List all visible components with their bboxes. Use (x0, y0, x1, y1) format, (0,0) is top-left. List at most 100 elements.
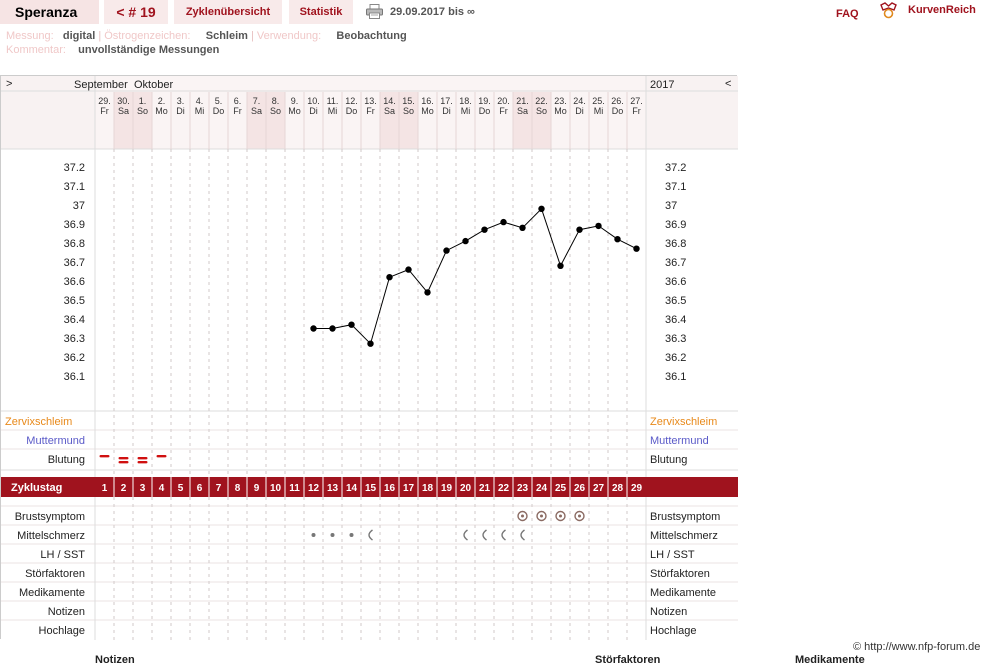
bleeding-label: Blutung (48, 454, 85, 466)
cycle-day-number: 29 (631, 483, 643, 494)
usage-label: Verwendung: (256, 30, 322, 42)
prev-cycle-label: < # 19 (116, 4, 156, 20)
weekday-label: Fr (499, 106, 508, 116)
day-date-label: 27. (630, 96, 643, 106)
cycle-day-number: 26 (574, 483, 586, 494)
cycle-day-number: 7 (216, 483, 222, 494)
weekday-label: Sa (251, 106, 262, 116)
day-date-label: 30. (117, 96, 130, 106)
bleeding-mark (118, 457, 129, 460)
faq-link[interactable]: FAQ (836, 8, 859, 20)
notes-label: Notizen (48, 606, 85, 618)
copyright: © http://www.nfp-forum.de (853, 641, 981, 653)
day-date-label: 24. (573, 96, 586, 106)
y-tick-label-right: 37 (665, 200, 677, 212)
cycle-day-number: 15 (365, 483, 377, 494)
bleeding-mark (118, 461, 129, 464)
cervix-mucus-label: Zervixschleim (5, 416, 72, 428)
weekday-label: Fr (100, 106, 109, 116)
brand-name[interactable]: KurvenReich (908, 4, 976, 16)
midpain-dot (330, 533, 335, 537)
medications-heading: Medikamente (795, 654, 865, 666)
cycle-day-number: 27 (593, 483, 605, 494)
weekday-label: Mo (288, 106, 301, 116)
day-date-label: 14. (383, 96, 396, 106)
y-tick-label-left: 37.1 (64, 181, 85, 193)
breast-symptom-icon-center (521, 514, 524, 518)
y-tick-label-right: 36.8 (665, 238, 686, 250)
month-label-september: September (74, 79, 128, 91)
day-date-label: 5. (215, 96, 223, 106)
usage-value: Beobachtung (336, 30, 407, 42)
y-tick-label-left: 36.5 (64, 295, 85, 307)
temperature-point (481, 226, 488, 233)
y-tick-label-left: 37.2 (64, 162, 85, 174)
cycle-day-number: 17 (403, 483, 415, 494)
day-date-label: 21. (516, 96, 529, 106)
cycle-day-number: 9 (254, 483, 260, 494)
day-date-label: 11. (327, 96, 339, 106)
cycle-overview-label: Zyklenübersicht (185, 6, 271, 18)
weekday-label: Do (612, 106, 624, 116)
y-tick-label-left: 37 (73, 200, 85, 212)
day-date-label: 20. (497, 96, 510, 106)
day-date-label: 12. (345, 96, 358, 106)
cycle-day-number: 1 (102, 483, 108, 494)
comment-line: Kommentar: unvollständige Messungen (6, 44, 219, 56)
cycle-overview-tab[interactable]: Zyklenübersicht (174, 0, 282, 24)
notes-heading: Notizen (95, 654, 135, 666)
print-icon[interactable] (366, 4, 383, 19)
cycle-day-number: 19 (441, 483, 453, 494)
measurement-label: Messung: (6, 30, 54, 42)
weekday-label: Mo (554, 106, 567, 116)
lh-test-label-right: LH / SST (650, 549, 695, 561)
disruptions-heading: Störfaktoren (595, 654, 661, 666)
temperature-point (348, 321, 355, 328)
year-label: 2017 (650, 79, 674, 91)
user-name: Speranza (0, 0, 99, 24)
cycle-day-number: 24 (536, 483, 548, 494)
cycle-chart: > September Oktober 2017 <29. Fr 30. Sa 1. So 2. Mo… (0, 75, 738, 640)
day-date-label: 10. (307, 96, 320, 106)
disruptions-label-right: Störfaktoren (650, 568, 710, 580)
day-date-label: 4. (196, 96, 204, 106)
kurvenreich-logo-icon[interactable] (880, 2, 897, 19)
weekday-label: Do (346, 106, 358, 116)
weekday-label: So (403, 106, 414, 116)
temperature-point (538, 205, 545, 212)
temperature-point (405, 266, 412, 273)
day-date-label: 22. (535, 96, 548, 106)
cycle-day-number: 14 (346, 483, 358, 494)
day-date-label: 16. (421, 96, 434, 106)
y-tick-label-left: 36.8 (64, 238, 85, 250)
midpain-label-right: Mittelschmerz (650, 530, 718, 542)
temperature-point (462, 237, 469, 245)
weekday-label: Mi (195, 106, 205, 116)
weekday-label: Fr (233, 106, 242, 116)
y-tick-label-right: 36.3 (665, 333, 686, 345)
breast-symptom-icon-center (578, 514, 581, 518)
cycle-day-number: 2 (121, 483, 127, 494)
bleeding-mark (99, 455, 110, 458)
temperature-point (386, 274, 393, 281)
temperature-point (633, 245, 640, 252)
day-date-label: 8. (272, 96, 280, 106)
day-date-label: 18. (459, 96, 472, 106)
temperature-point (576, 226, 583, 233)
statistics-tab[interactable]: Statistik (289, 0, 353, 24)
breast-symptom-icon-center (559, 514, 562, 518)
y-tick-label-right: 36.4 (665, 314, 686, 326)
cycle-day-number: 21 (479, 483, 491, 494)
y-tick-label-right: 37.1 (665, 181, 686, 193)
y-tick-label-right: 36.7 (665, 257, 686, 269)
y-tick-label-left: 36.4 (64, 314, 85, 326)
high-phase-label-right: Hochlage (650, 625, 696, 637)
y-tick-label-right: 36.1 (665, 371, 686, 383)
temperature-point (424, 289, 431, 296)
day-date-label: 23. (554, 96, 567, 106)
cycle-chart-svg: > September Oktober 2017 <29.Fr30.Sa1.So2.Mo… (1, 76, 738, 640)
weekday-label: Mi (461, 106, 471, 116)
weekday-label: Di (176, 106, 185, 116)
cycle-day-number: 4 (159, 483, 165, 494)
prev-cycle-link[interactable]: < # 19 (104, 0, 168, 24)
